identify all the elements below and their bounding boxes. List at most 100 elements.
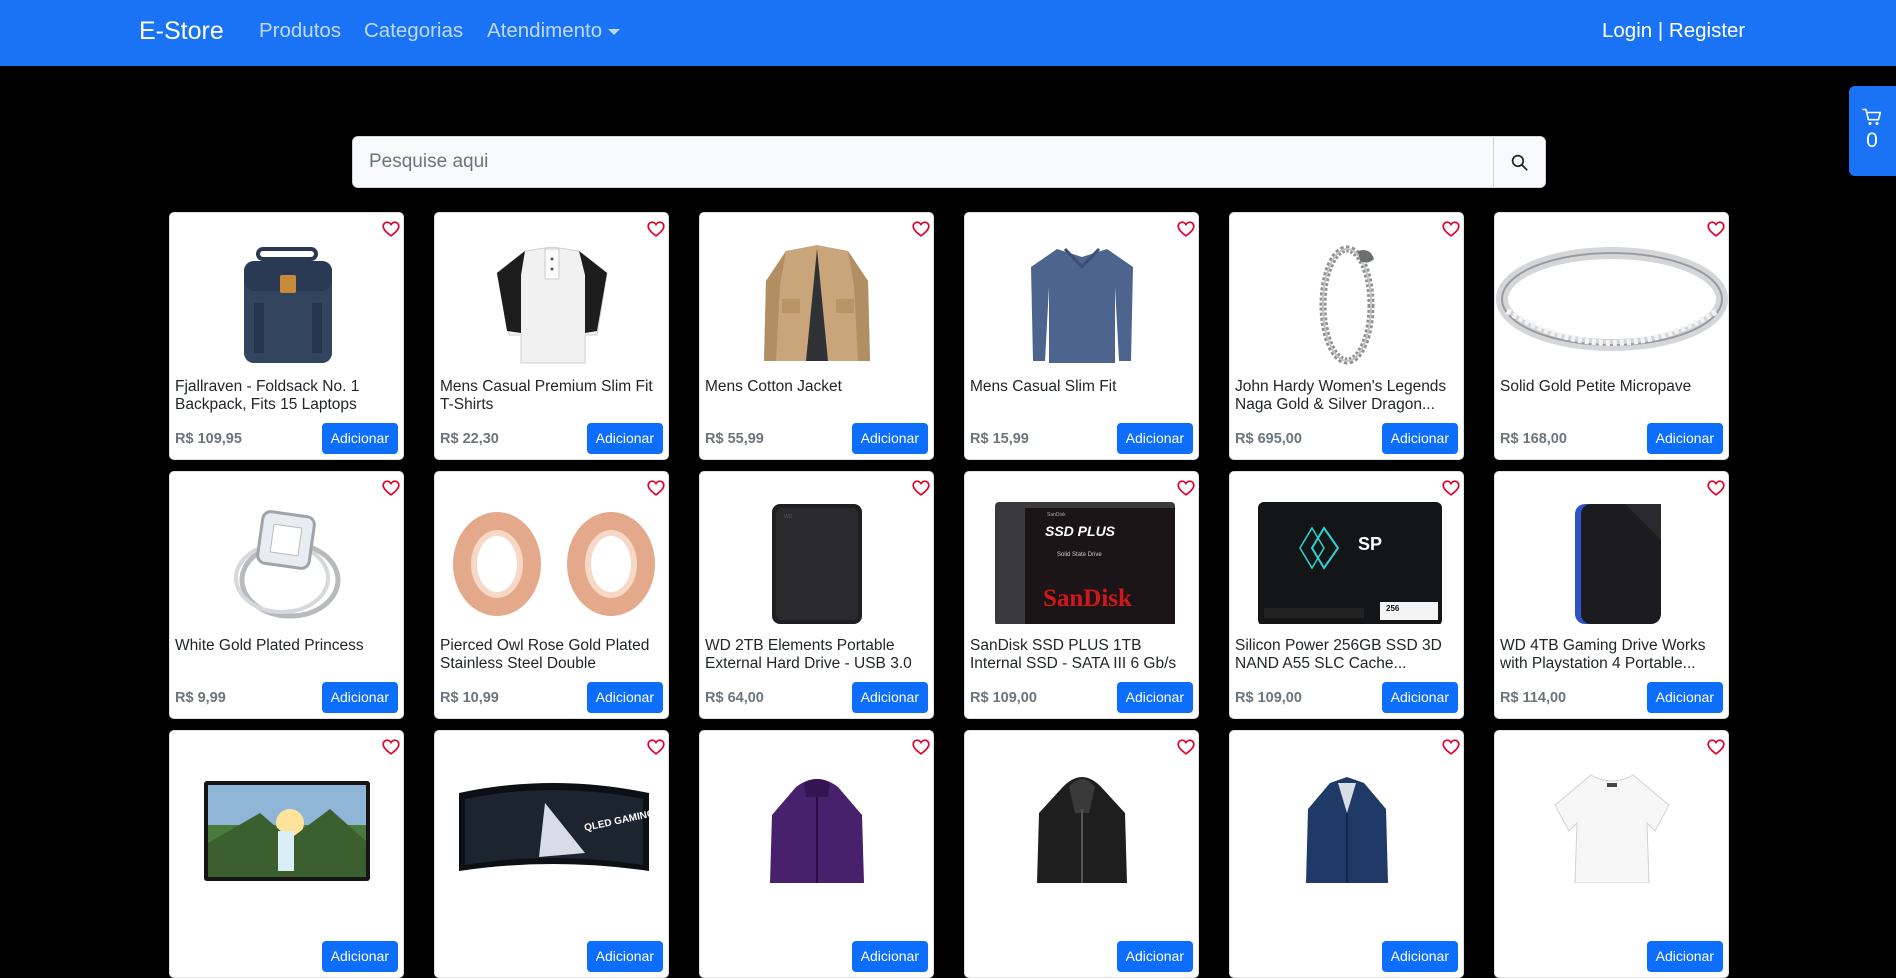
wd-2tb-drive-image[interactable]: WD	[700, 494, 933, 624]
product-price: R$ 55,99	[705, 431, 764, 447]
product-price: R$ 9,99	[175, 690, 226, 706]
product-card[interactable]: Fjallraven - Foldsack No. 1 Backpack, Fi…	[169, 212, 404, 460]
dragon-bracelet-image-graphic	[1319, 245, 1375, 365]
product-card[interactable]: Pierced Owl Rose Gold Plated Stainless S…	[434, 471, 669, 719]
product-card[interactable]: Mens Cotton Jacket R$ 55,99 Adicionar	[699, 212, 934, 460]
add-to-cart-button[interactable]: Adicionar	[321, 423, 398, 454]
add-to-cart-button[interactable]: Adicionar	[1646, 941, 1723, 972]
search-bar	[352, 136, 1546, 188]
product-title[interactable]: Mens Casual Premium Slim Fit T-Shirts	[440, 378, 665, 414]
product-title[interactable]: Fjallraven - Foldsack No. 1 Backpack, Fi…	[175, 378, 400, 414]
add-to-cart-button[interactable]: Adicionar	[851, 423, 928, 454]
login-link[interactable]: Login	[1602, 19, 1652, 42]
slim-fit-shirt-image[interactable]	[965, 235, 1198, 365]
svg-text:Solid State Drive: Solid State Drive	[1057, 552, 1102, 558]
add-to-cart-button[interactable]: Adicionar	[586, 941, 663, 972]
silicon-power-ssd-image-graphic: SP 256	[1258, 502, 1442, 624]
svg-text:WD: WD	[784, 514, 793, 520]
product-card[interactable]: Adicionar	[1229, 730, 1464, 978]
product-card[interactable]: WD WD 2TB Elements Portable External Har…	[699, 471, 934, 719]
add-to-cart-button[interactable]: Adicionar	[1116, 423, 1193, 454]
product-card[interactable]: Mens Casual Premium Slim Fit T-Shirts R$…	[434, 212, 669, 460]
search-input[interactable]	[353, 137, 1493, 187]
product-card[interactable]: SP 256 Silicon Power 256GB SSD 3D NAND A5…	[1229, 471, 1464, 719]
product-card[interactable]: SanDisk SSD PLUS Solid State Drive SanDisk …	[964, 471, 1199, 719]
product-title[interactable]: WD 2TB Elements Portable External Hard D…	[705, 637, 930, 673]
micropave-ring-image[interactable]	[1495, 235, 1728, 365]
add-to-cart-button[interactable]: Adicionar	[1116, 941, 1193, 972]
product-card[interactable]: Mens Casual Slim Fit R$ 15,99 Adicionar	[964, 212, 1199, 460]
slim-fit-shirt-image-graphic	[1031, 247, 1133, 363]
svg-text:SanDisk: SanDisk	[1043, 585, 1132, 612]
register-link[interactable]: Register	[1669, 19, 1745, 42]
svg-text:256: 256	[1386, 604, 1400, 613]
backpack-image-graphic	[244, 247, 332, 363]
caret-down-icon	[608, 29, 621, 35]
cart-button[interactable]: 0	[1849, 86, 1896, 176]
product-title[interactable]: Mens Cotton Jacket	[705, 378, 930, 396]
raglan-tshirt-image-graphic	[496, 246, 608, 364]
product-title[interactable]: Pierced Owl Rose Gold Plated Stainless S…	[440, 637, 665, 673]
search-button[interactable]	[1493, 137, 1545, 187]
nav-link-produtos[interactable]: Produtos	[259, 18, 341, 44]
product-price: R$ 15,99	[970, 431, 1029, 447]
product-title[interactable]: John Hardy Women's Legends Naga Gold & S…	[1235, 378, 1460, 414]
sandisk-ssd-image-graphic: SanDisk SSD PLUS Solid State Drive SanDisk	[995, 502, 1175, 624]
add-to-cart-button[interactable]: Adicionar	[1646, 682, 1723, 713]
product-title[interactable]: Mens Casual Slim Fit	[970, 378, 1195, 396]
cart-icon	[1862, 108, 1882, 125]
silicon-power-ssd-image[interactable]: SP 256	[1230, 494, 1463, 624]
add-to-cart-button[interactable]: Adicionar	[1116, 682, 1193, 713]
product-card[interactable]: QLED GAMING MONITOR Adicionar	[434, 730, 669, 978]
product-title[interactable]: WD 4TB Gaming Drive Works with Playstati…	[1500, 637, 1725, 673]
cotton-jacket-image[interactable]	[700, 235, 933, 365]
product-price: R$ 109,00	[1235, 690, 1302, 706]
add-to-cart-button[interactable]: Adicionar	[586, 682, 663, 713]
product-price: R$ 109,95	[175, 431, 242, 447]
add-to-cart-button[interactable]: Adicionar	[1646, 423, 1723, 454]
product-card[interactable]: Solid Gold Petite Micropave R$ 168,00 Ad…	[1494, 212, 1729, 460]
dragon-bracelet-image[interactable]	[1230, 235, 1463, 365]
product-price: R$ 109,00	[970, 690, 1037, 706]
princess-ring-image-graphic	[234, 510, 341, 619]
rose-gold-plugs-image[interactable]	[435, 494, 668, 624]
product-price: R$ 695,00	[1235, 431, 1302, 447]
auth-links: Login | Register	[1602, 18, 1745, 44]
product-price: R$ 64,00	[705, 690, 764, 706]
add-to-cart-button[interactable]: Adicionar	[1381, 682, 1458, 713]
add-to-cart-button[interactable]: Adicionar	[1381, 423, 1458, 454]
add-to-cart-button[interactable]: Adicionar	[321, 941, 398, 972]
nav-link-categorias[interactable]: Categorias	[364, 18, 463, 44]
add-to-cart-button[interactable]: Adicionar	[851, 941, 928, 972]
product-title[interactable]: White Gold Plated Princess	[175, 637, 400, 655]
product-price: R$ 168,00	[1500, 431, 1567, 447]
product-card[interactable]: Adicionar	[1494, 730, 1729, 978]
wd-2tb-drive-image-graphic: WD	[772, 504, 862, 624]
add-to-cart-button[interactable]: Adicionar	[851, 682, 928, 713]
nav-dropdown-atendimento[interactable]: Atendimento	[487, 18, 621, 44]
add-to-cart-button[interactable]: Adicionar	[1381, 941, 1458, 972]
product-card[interactable]: Adicionar	[964, 730, 1199, 978]
product-card[interactable]: Adicionar	[699, 730, 934, 978]
product-price: R$ 114,00	[1500, 690, 1567, 706]
product-card[interactable]: Adicionar	[169, 730, 404, 978]
product-card[interactable]: White Gold Plated Princess R$ 9,99 Adici…	[169, 471, 404, 719]
svg-text:SP: SP	[1358, 534, 1382, 554]
add-to-cart-button[interactable]: Adicionar	[586, 423, 663, 454]
product-title[interactable]: Silicon Power 256GB SSD 3D NAND A55 SLC …	[1235, 637, 1460, 673]
sandisk-ssd-image[interactable]: SanDisk SSD PLUS Solid State Drive SanDisk	[965, 494, 1198, 624]
wd-4tb-drive-image[interactable]	[1495, 494, 1728, 624]
princess-ring-image[interactable]	[170, 494, 403, 624]
product-price: R$ 22,30	[440, 431, 499, 447]
product-title[interactable]: SanDisk SSD PLUS 1TB Internal SSD - SATA…	[970, 637, 1195, 673]
search-icon	[1511, 154, 1528, 171]
add-to-cart-button[interactable]: Adicionar	[321, 682, 398, 713]
product-card[interactable]: John Hardy Women's Legends Naga Gold & S…	[1229, 212, 1464, 460]
svg-text:SanDisk: SanDisk	[1047, 512, 1066, 518]
product-title[interactable]: Solid Gold Petite Micropave	[1500, 378, 1725, 396]
product-price: R$ 10,99	[440, 690, 499, 706]
product-card[interactable]: WD 4TB Gaming Drive Works with Playstati…	[1494, 471, 1729, 719]
raglan-tshirt-image[interactable]	[435, 235, 668, 365]
backpack-image[interactable]	[170, 235, 403, 365]
brand-logo[interactable]: E-Store	[139, 14, 224, 48]
